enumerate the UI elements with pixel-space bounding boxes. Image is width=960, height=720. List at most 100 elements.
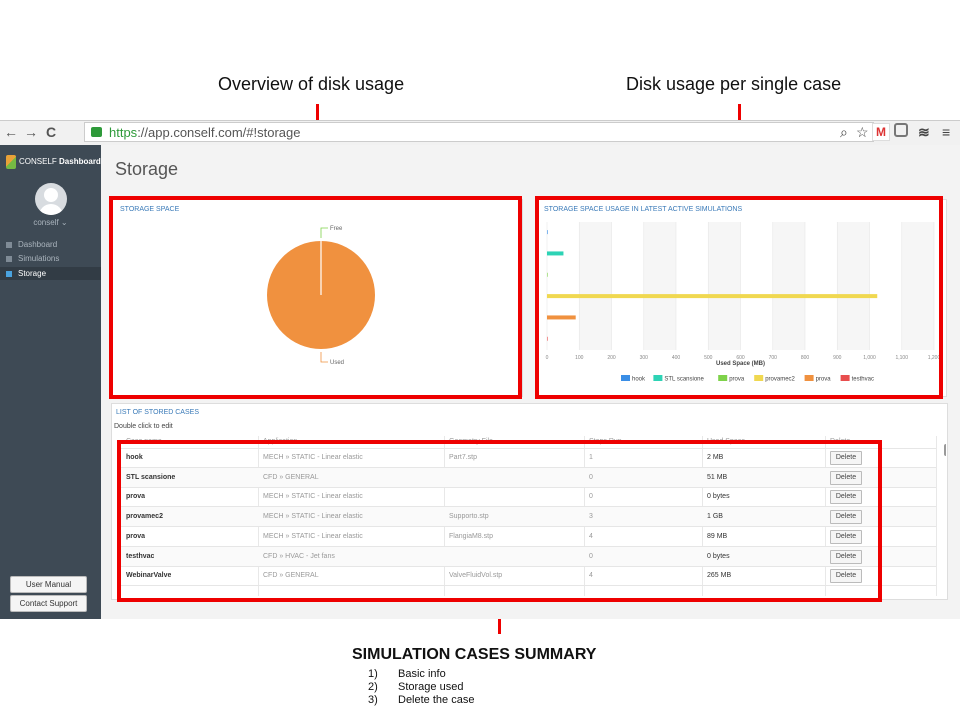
column-header[interactable]: Used Space (707, 436, 745, 448)
extension-icon[interactable] (894, 123, 908, 137)
user-manual-button[interactable]: User Manual (10, 576, 87, 593)
cell-name: STL scansione (126, 473, 176, 481)
delete-button[interactable]: Delete (830, 529, 862, 544)
address-bar[interactable]: https://app.conself.com/#!storage (84, 122, 874, 142)
table-scrollbar[interactable] (944, 444, 946, 456)
star-icon[interactable]: ☆ (856, 124, 869, 141)
table-row[interactable]: hook MECH » STATIC - Linear elastic Part7.… (118, 448, 936, 468)
delete-button[interactable]: Delete (830, 510, 862, 525)
gmail-icon[interactable]: M (872, 123, 890, 141)
cell-steps: 0 (589, 552, 593, 560)
cell-app: CFD » HVAC - Jet fans (263, 552, 335, 560)
sidebar-item-simulations[interactable]: Simulations (0, 252, 101, 265)
cell-app: CFD » GENERAL (263, 572, 319, 580)
brand-suffix: Dashboard (59, 157, 101, 167)
legend-label: prova (816, 377, 832, 383)
bar[interactable] (547, 230, 548, 235)
column-header[interactable]: Delete (830, 436, 850, 448)
legend-label: prova (729, 377, 745, 383)
sidebar-item-label: Simulations (18, 254, 60, 263)
delete-button[interactable]: Delete (830, 490, 862, 505)
stored-cases-panel: LIST OF STORED CASES Double click to edi… (111, 403, 948, 600)
free-leader-line (320, 227, 328, 238)
cell-space: 1 GB (707, 513, 723, 521)
cell-steps: 0 (589, 473, 593, 481)
x-tick-label: 300 (640, 355, 649, 361)
column-header[interactable]: Application (263, 436, 297, 448)
avatar (35, 183, 67, 215)
summary-item-number: 2) (368, 681, 378, 693)
cell-steps: 3 (589, 513, 593, 521)
contact-support-button[interactable]: Contact Support (10, 595, 87, 612)
free-label: Free (330, 226, 343, 232)
grid-band (772, 222, 805, 350)
cell-steps: 4 (589, 532, 593, 540)
storage-icon (6, 270, 12, 277)
sidebar: CONSELF Dashboard conself ⌄ Dashboard Si… (0, 145, 101, 619)
car-icon (6, 255, 12, 262)
bar[interactable] (547, 294, 878, 299)
sidebar-item-label: Storage (18, 269, 47, 278)
buffer-icon[interactable]: ≋ (918, 124, 930, 141)
x-tick-label: 1,100 (895, 355, 908, 361)
used-label: Used (330, 360, 344, 366)
summary-title: SIMULATION CASES SUMMARY (352, 646, 597, 663)
back-icon[interactable]: ← (4, 124, 18, 140)
cell-steps: 4 (589, 572, 593, 580)
sidebar-item-dashboard[interactable]: Dashboard (0, 238, 101, 251)
brand-prefix: CONSELF (19, 157, 57, 167)
bar[interactable] (547, 272, 548, 277)
sidebar-item-storage[interactable]: Storage (0, 267, 101, 280)
delete-button[interactable]: Delete (830, 470, 862, 485)
zoom-icon[interactable]: ⌕ (840, 124, 848, 141)
delete-button[interactable]: Delete (830, 549, 862, 564)
used-leader-line (320, 352, 328, 363)
x-axis-label: Used Space (MB) (716, 361, 765, 367)
cell-space: 89 MB (707, 532, 728, 540)
column-header[interactable]: Case name (126, 436, 162, 448)
x-tick-label: 0 (546, 355, 549, 361)
legend-label: provamec2 (765, 377, 795, 383)
menu-icon[interactable]: ≡ (942, 124, 950, 140)
table-row[interactable]: WebinarValve CFD » GENERAL ValveFluidVol.s… (118, 566, 936, 587)
usage-chart-panel: STORAGE SPACE USAGE IN LATEST ACTIVE SIM… (535, 199, 947, 397)
cell-geom: ValveFluidVol.stp (449, 572, 503, 580)
legend-swatch (804, 375, 814, 381)
table-row[interactable]: provamec2 MECH » STATIC - Linear elastic S… (118, 507, 936, 528)
brand[interactable]: CONSELF Dashboard (6, 155, 101, 169)
bar[interactable] (547, 336, 548, 341)
stored-cases-title: LIST OF STORED CASES (116, 409, 199, 416)
legend-label: STL scansione (664, 377, 704, 383)
delete-button[interactable]: Delete (830, 451, 862, 465)
x-tick-label: 400 (672, 355, 681, 361)
legend-swatch (754, 375, 764, 381)
cell-steps: 1 (589, 454, 593, 461)
delete-button[interactable]: Delete (830, 569, 862, 584)
x-tick-label: 700 (769, 355, 778, 361)
column-header[interactable]: Steps Run (589, 436, 622, 448)
x-tick-label: 500 (704, 355, 713, 361)
x-tick-label: 900 (833, 355, 842, 361)
forward-icon[interactable]: → (24, 124, 38, 140)
bar[interactable] (547, 251, 564, 256)
grid-band (708, 222, 741, 350)
grid-band (643, 222, 676, 350)
storage-space-panel: STORAGE SPACE Free Used (111, 199, 523, 397)
cases-table: Case name Application Geometry File Step… (118, 436, 946, 596)
table-row[interactable]: STL scansione CFD » GENERAL 0 51 MB Delete (118, 467, 936, 488)
storage-pie-chart: Free Used (267, 226, 375, 366)
table-row[interactable]: prova MECH » STATIC - Linear elastic 0 0 by… (118, 487, 936, 508)
cell-name: WebinarValve (126, 572, 172, 580)
x-tick-label: 800 (801, 355, 810, 361)
bar[interactable] (547, 315, 576, 320)
reload-icon[interactable]: C (46, 124, 56, 140)
column-header[interactable]: Geometry File (449, 436, 493, 448)
cell-space: 2 MB (707, 454, 724, 461)
table-row[interactable]: testhvac CFD » HVAC - Jet fans 0 0 bytes Del… (118, 546, 936, 567)
user-menu[interactable]: conself ⌄ (0, 218, 101, 227)
conself-logo-icon (6, 155, 16, 169)
legend-label: testhvac (852, 377, 874, 383)
cell-name: provamec2 (126, 513, 163, 521)
table-row[interactable]: prova MECH » STATIC - Linear elastic Flang… (118, 527, 936, 547)
page-title: Storage (115, 159, 179, 179)
